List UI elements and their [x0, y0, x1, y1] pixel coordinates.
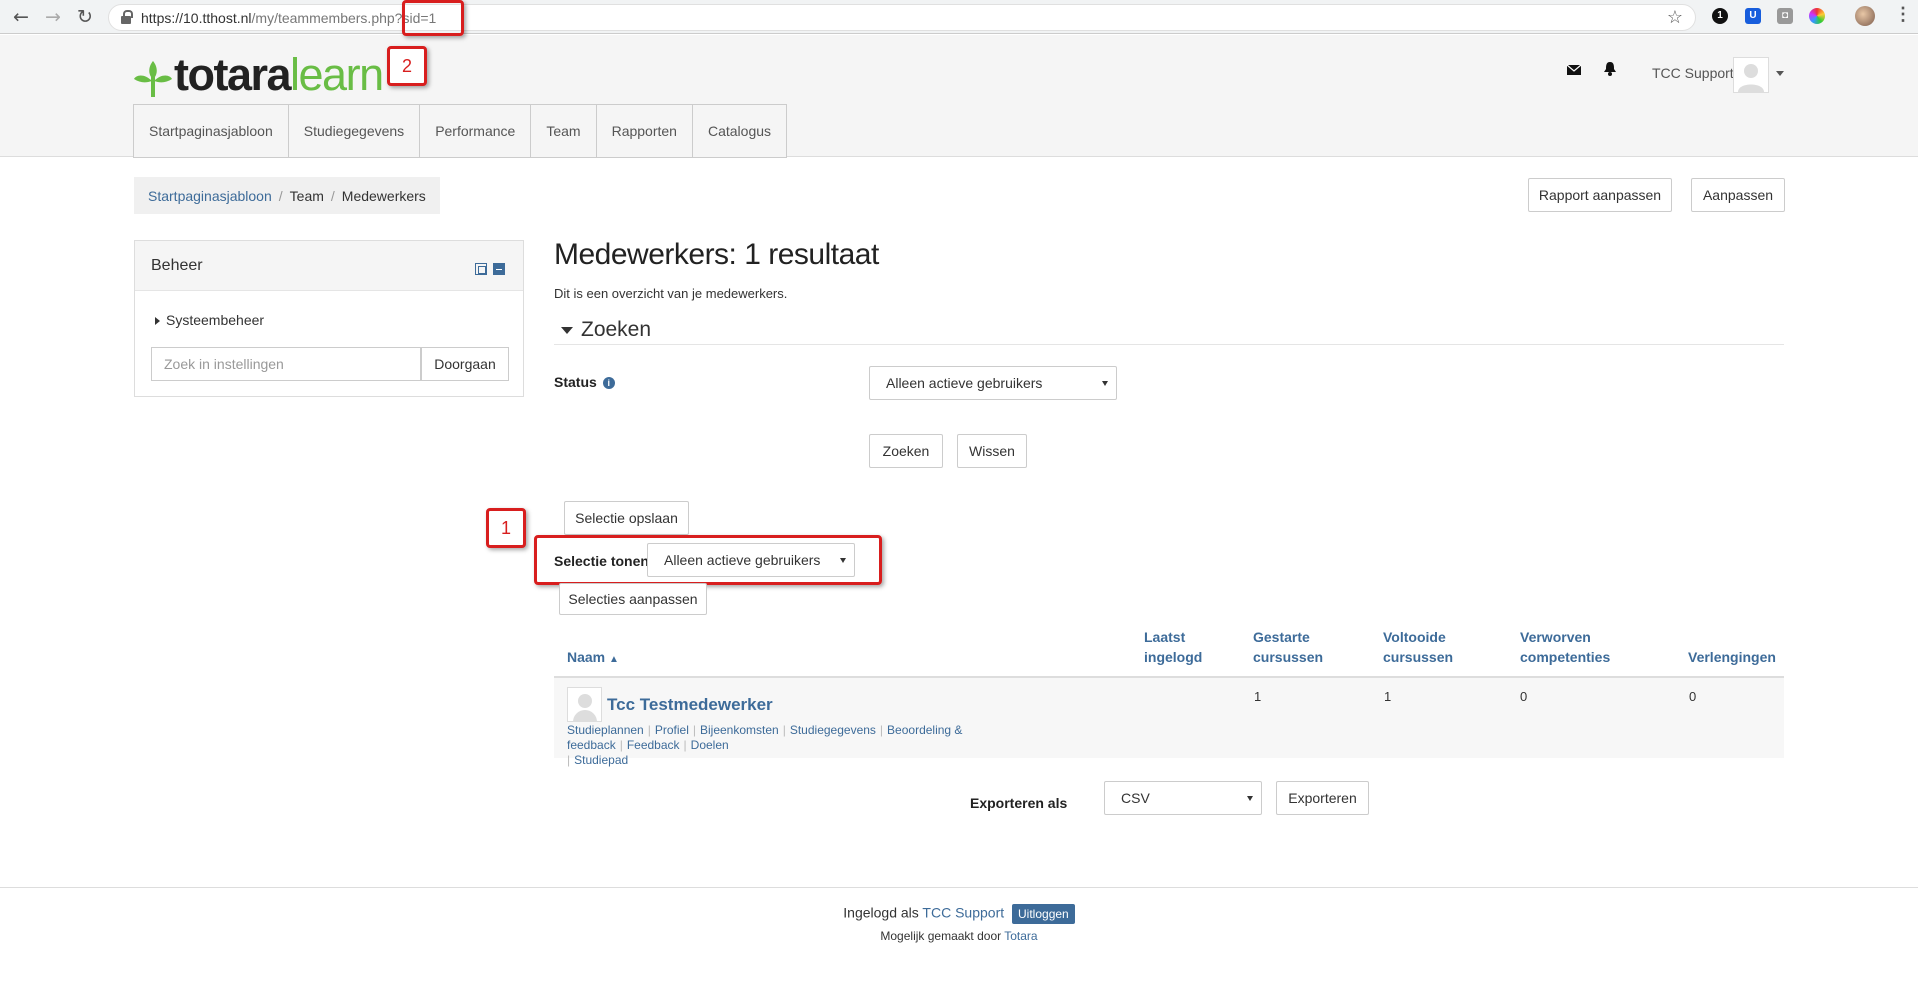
logo-text: totaralearn: [174, 49, 384, 100]
cell-extensions: 0: [1689, 689, 1697, 704]
chevron-down-icon: [1102, 381, 1108, 386]
nav-tab-studiegegevens[interactable]: Studiegegevens: [287, 104, 420, 158]
extension-1password-icon[interactable]: 1: [1712, 8, 1728, 24]
reload-icon[interactable]: ↻: [74, 6, 96, 28]
expand-triangle-icon: [155, 317, 160, 325]
nav-tab-rapporten[interactable]: Rapporten: [595, 104, 692, 158]
bell-icon[interactable]: [1603, 61, 1617, 77]
user-avatar[interactable]: [1733, 57, 1769, 93]
show-selection-select[interactable]: Alleen actieve gebruikers: [647, 543, 855, 577]
breadcrumb-separator: /: [278, 187, 283, 204]
envelope-icon[interactable]: [1566, 63, 1582, 77]
breadcrumb-separator: /: [330, 187, 335, 204]
column-header-last-login[interactable]: Laatst ingelogd: [1144, 627, 1202, 667]
link-bijeenkomsten[interactable]: Bijeenkomsten: [700, 723, 779, 737]
nav-tab-performance[interactable]: Performance: [419, 104, 531, 158]
column-header-extensions[interactable]: Verlengingen: [1688, 647, 1776, 667]
user-menu-caret-icon[interactable]: [1776, 71, 1784, 76]
footer-powered-by: Mogelijk gemaakt door Totara: [880, 929, 1038, 943]
totara-learn-logo[interactable]: totaralearn: [132, 47, 384, 100]
search-button[interactable]: Zoeken: [869, 434, 943, 468]
breadcrumb-item-team[interactable]: Team: [290, 188, 324, 204]
column-header-started[interactable]: Gestarte cursussen: [1253, 627, 1323, 667]
export-format-select[interactable]: CSV: [1104, 781, 1262, 815]
settings-search-input[interactable]: Zoek in instellingen: [151, 347, 421, 381]
clear-button[interactable]: Wissen: [957, 434, 1027, 468]
extension-camera-icon[interactable]: ◘: [1777, 8, 1793, 24]
show-selection-label: Selectie tonen: [554, 553, 649, 569]
dock-block-icon[interactable]: [475, 263, 487, 275]
browser-toolbar: ← → ↻ https://10.tthost.nl/my/teammember…: [0, 0, 1918, 34]
leaf-icon: [134, 61, 172, 97]
column-header-name[interactable]: Naam ▲: [567, 647, 619, 670]
status-label: Status i: [554, 374, 615, 390]
site-header: totaralearn TCC Support Startpaginasjabl…: [0, 35, 1918, 158]
search-legend-toggle[interactable]: Zoeken: [561, 318, 651, 342]
legend-divider: [554, 344, 1784, 345]
page-description: Dit is een overzicht van je medewerkers.: [554, 286, 788, 301]
main-navigation: Startpaginasjabloon Studiegegevens Perfo…: [133, 104, 788, 158]
bookmark-star-icon[interactable]: ☆: [1667, 7, 1683, 28]
info-icon[interactable]: i: [602, 377, 615, 390]
footer-login-info: Ingelogd als TCC Support Uitloggen: [0, 904, 1918, 924]
lock-icon: [121, 10, 133, 24]
link-studieplannen[interactable]: Studieplannen: [567, 723, 644, 737]
member-avatar[interactable]: [567, 687, 602, 722]
footer-user-link[interactable]: TCC Support: [922, 905, 1004, 921]
extension-bitwarden-icon[interactable]: U: [1745, 8, 1761, 24]
extension-color-icon[interactable]: [1809, 8, 1825, 24]
link-studiegegevens[interactable]: Studiegegevens: [790, 723, 876, 737]
address-bar[interactable]: https://10.tthost.nl/my/teammembers.php?…: [108, 4, 1696, 31]
chevron-down-icon: [840, 558, 846, 563]
footer-divider: [0, 887, 1918, 888]
cell-competencies: 0: [1520, 689, 1528, 704]
tree-item-systeembeheer[interactable]: Systeembeheer: [155, 312, 264, 328]
link-doelen[interactable]: Doelen: [691, 738, 729, 752]
logout-button[interactable]: Uitloggen: [1012, 904, 1075, 924]
default-avatar-icon: [1738, 64, 1764, 92]
footer-totara-link[interactable]: Totara: [1004, 929, 1037, 943]
breadcrumb-link-startpagina[interactable]: Startpaginasjabloon: [148, 188, 272, 204]
forward-icon[interactable]: →: [42, 6, 64, 28]
annotation-badge-1: 1: [486, 508, 526, 548]
settings-search-button[interactable]: Doorgaan: [421, 347, 509, 381]
browser-profile-avatar[interactable]: [1855, 6, 1875, 26]
collapse-triangle-icon: [561, 326, 573, 334]
browser-menu-icon[interactable]: ⋮: [1894, 4, 1912, 25]
link-profiel[interactable]: Profiel: [655, 723, 689, 737]
back-icon[interactable]: ←: [10, 6, 32, 28]
column-header-competencies[interactable]: Verworven competenties: [1520, 627, 1610, 667]
admin-block-title: Beheer: [151, 257, 203, 274]
annotation-highlight-url: [402, 0, 464, 36]
column-header-completed[interactable]: Voltooide cursussen: [1383, 627, 1453, 667]
cell-started: 1: [1254, 689, 1262, 704]
collapse-block-icon[interactable]: [493, 263, 505, 275]
breadcrumb-current: Medewerkers: [341, 187, 426, 204]
url-text: https://10.tthost.nl/my/teammembers.php?…: [141, 10, 437, 26]
export-label: Exporteren als: [970, 795, 1068, 811]
sort-asc-icon: ▲: [609, 654, 619, 665]
link-studiepad[interactable]: Studiepad: [574, 753, 628, 767]
breadcrumb: Startpaginasjabloon / Team / Medewerkers: [134, 177, 440, 214]
member-name-link[interactable]: Tcc Testmedewerker: [607, 695, 773, 715]
nav-tab-team[interactable]: Team: [530, 104, 596, 158]
user-menu-name[interactable]: TCC Support: [1652, 65, 1734, 81]
link-feedback[interactable]: Feedback: [627, 738, 680, 752]
page-title: Medewerkers: 1 resultaat: [554, 238, 879, 271]
status-select[interactable]: Alleen actieve gebruikers: [869, 366, 1117, 400]
edit-button[interactable]: Aanpassen: [1691, 178, 1785, 212]
chevron-down-icon: [1247, 796, 1253, 801]
export-button[interactable]: Exporteren: [1276, 781, 1369, 815]
save-selection-button[interactable]: Selectie opslaan: [564, 501, 689, 535]
nav-tab-catalogus[interactable]: Catalogus: [691, 104, 788, 158]
admin-block: Beheer Systeembeheer Zoek in instellinge…: [134, 240, 524, 397]
member-quick-links: Studieplannen | Profiel | Bijeenkomsten | Stud…: [567, 723, 963, 767]
edit-selections-button[interactable]: Selecties aanpassen: [559, 583, 707, 615]
annotation-badge-2: 2: [387, 46, 427, 86]
admin-block-header: Beheer: [135, 241, 523, 291]
report-edit-button[interactable]: Rapport aanpassen: [1528, 178, 1672, 212]
cell-completed: 1: [1384, 689, 1392, 704]
nav-tab-startpagina[interactable]: Startpaginasjabloon: [133, 104, 288, 158]
